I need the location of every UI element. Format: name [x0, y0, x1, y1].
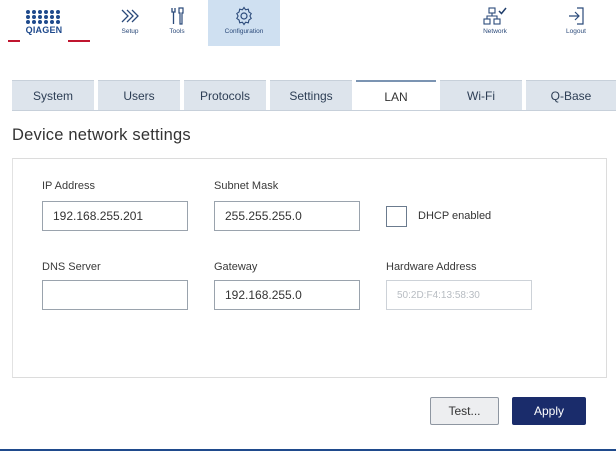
- dhcp-checkbox[interactable]: [386, 206, 407, 227]
- nav-tools-button[interactable]: Tools: [160, 0, 194, 46]
- gateway-label: Gateway: [214, 261, 258, 273]
- nav-network-label: Network: [483, 28, 507, 35]
- nav-tools-label: Tools: [169, 28, 185, 35]
- subnet-mask-field[interactable]: 255.255.255.0: [214, 201, 360, 231]
- ip-address-field[interactable]: 192.168.255.201: [42, 201, 188, 231]
- tools-icon: [171, 7, 184, 25]
- tab-settings[interactable]: Settings: [270, 80, 352, 110]
- tab-system[interactable]: System: [12, 80, 94, 110]
- qiagen-logo: QIAGEN: [22, 8, 66, 42]
- footer-line: [0, 449, 616, 451]
- nav-logout-label: Logout: [566, 28, 586, 35]
- nav-logout-button[interactable]: Logout: [558, 0, 594, 46]
- nav-configuration-button[interactable]: Configuration: [208, 0, 280, 46]
- logout-icon: [569, 7, 584, 25]
- gateway-field[interactable]: 192.168.255.0: [214, 280, 360, 310]
- top-bar: QIAGEN Setup Tools Configuration Network…: [0, 0, 616, 48]
- nav-setup-label: Setup: [121, 28, 139, 35]
- hardware-address-field: 50:2D:F4:13:58:30: [386, 280, 532, 310]
- hardware-address-label: Hardware Address: [386, 261, 477, 273]
- logo-rule-left: [8, 40, 20, 42]
- tab-protocols[interactable]: Protocols: [184, 80, 266, 110]
- tab-qbase[interactable]: Q-Base: [526, 80, 616, 110]
- tab-lan[interactable]: LAN: [356, 80, 436, 112]
- ip-address-label: IP Address: [42, 180, 95, 192]
- gear-icon: [236, 6, 252, 26]
- page-title: Device network settings: [12, 126, 191, 144]
- apply-button[interactable]: Apply: [512, 397, 586, 425]
- network-settings-panel: IP Address 192.168.255.201 Subnet Mask 2…: [12, 158, 607, 378]
- tab-underline: [12, 110, 616, 111]
- subnet-mask-label: Subnet Mask: [214, 180, 279, 192]
- logo-rule-right: [68, 40, 90, 42]
- tab-wifi[interactable]: Wi-Fi: [440, 80, 522, 110]
- nav-configuration-label: Configuration: [224, 28, 264, 35]
- network-icon: [483, 7, 507, 25]
- nav-setup-button[interactable]: Setup: [112, 0, 148, 46]
- dns-server-field[interactable]: [42, 280, 188, 310]
- nav-network-button[interactable]: Network: [476, 0, 514, 46]
- settings-tabs: System Users Protocols Settings LAN Wi-F…: [12, 80, 616, 112]
- logo-text: QIAGEN: [25, 25, 63, 35]
- chevrons-right-icon: [121, 9, 139, 23]
- tab-users[interactable]: Users: [98, 80, 180, 110]
- dhcp-label: DHCP enabled: [418, 210, 492, 222]
- dns-server-label: DNS Server: [42, 261, 101, 273]
- test-button[interactable]: Test...: [430, 397, 499, 425]
